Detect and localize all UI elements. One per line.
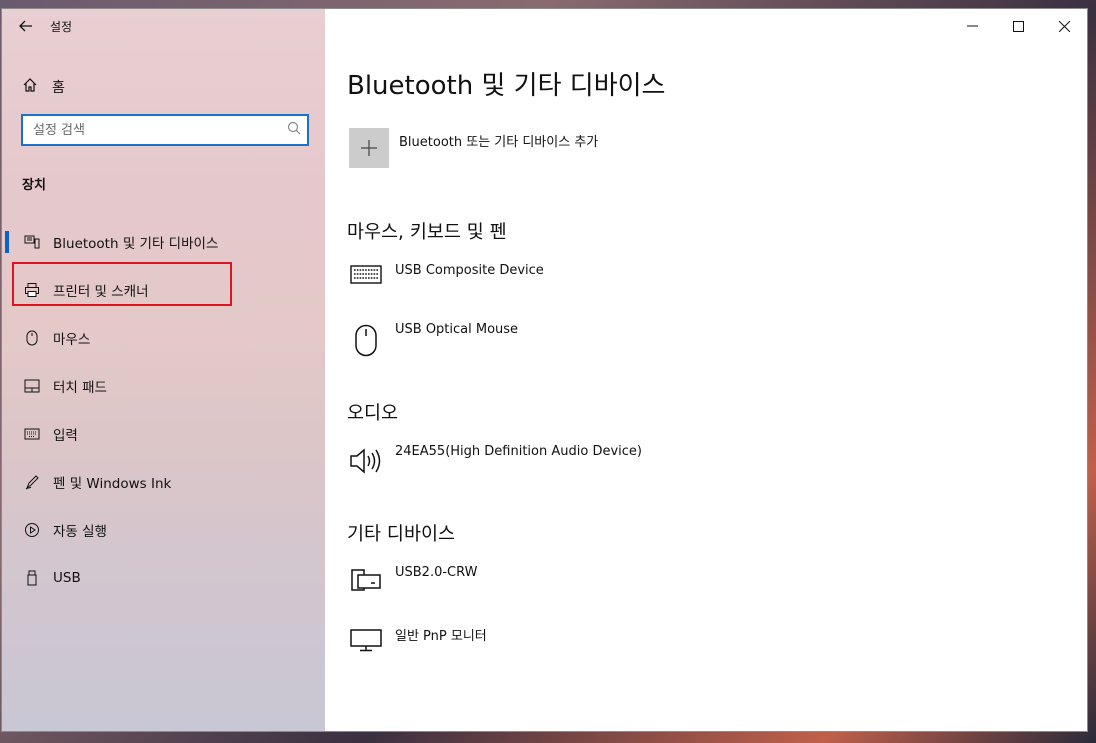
main-content: Bluetooth 및 기타 디바이스 Bluetooth 또는 기타 디바이스… (325, 9, 1087, 731)
sidebar-item-label: USB (53, 570, 81, 586)
device-usb-crw[interactable]: USB2.0-CRW (349, 565, 478, 603)
device-name: 24EA55(High Definition Audio Device) (395, 444, 642, 459)
sidebar-item-label: 입력 (53, 428, 78, 444)
nav-list: Bluetooth 및 기타 디바이스 프린터 및 스캐너 마우스 터치 패드 (2, 218, 325, 602)
sidebar-item-autoplay[interactable]: 자동 실행 (2, 506, 325, 554)
sidebar-item-label: 프린터 및 스캐너 (53, 284, 149, 300)
autoplay-icon (22, 522, 42, 538)
sidebar-item-usb[interactable]: USB (2, 554, 325, 602)
app-title: 설정 (50, 19, 73, 34)
mouse-icon (22, 330, 42, 346)
title-bar: 설정 (2, 9, 325, 43)
window-controls (949, 9, 1087, 43)
sidebar-item-pen[interactable]: 펜 및 Windows Ink (2, 458, 325, 506)
search-icon[interactable] (287, 121, 301, 139)
add-device-row[interactable]: Bluetooth 또는 기타 디바이스 추가 (349, 128, 598, 168)
close-button[interactable] (1041, 9, 1087, 43)
group-title-other-devices: 기타 디바이스 (347, 524, 456, 545)
sidebar-item-label: Bluetooth 및 기타 디바이스 (53, 236, 219, 252)
sidebar-item-label: 자동 실행 (53, 524, 107, 540)
maximize-button[interactable] (995, 9, 1041, 43)
pen-icon (22, 474, 42, 490)
touchpad-icon (22, 379, 42, 393)
monitor-icon (349, 627, 383, 663)
mouse-icon (349, 324, 383, 360)
printer-icon (22, 282, 42, 298)
keyboard-icon (349, 265, 383, 301)
speaker-icon (349, 446, 383, 482)
back-arrow-icon (19, 17, 33, 36)
usb-icon (22, 570, 42, 586)
sidebar-item-label: 펜 및 Windows Ink (53, 476, 172, 492)
device-audio[interactable]: 24EA55(High Definition Audio Device) (349, 444, 642, 482)
device-usb-composite[interactable]: USB Composite Device (349, 263, 544, 301)
home-label: 홈 (52, 80, 65, 96)
group-title-audio: 오디오 (347, 403, 399, 424)
bluetooth-devices-icon (22, 234, 42, 250)
sidebar-item-printers[interactable]: 프린터 및 스캐너 (2, 266, 325, 314)
sidebar-item-bluetooth[interactable]: Bluetooth 및 기타 디바이스 (2, 218, 325, 266)
sidebar-item-mouse[interactable]: 마우스 (2, 314, 325, 362)
sidebar-item-typing[interactable]: 입력 (2, 410, 325, 458)
home-icon (22, 77, 42, 97)
group-title-input-devices: 마우스, 키보드 및 펜 (347, 222, 507, 243)
sidebar-item-touchpad[interactable]: 터치 패드 (2, 362, 325, 410)
back-button[interactable] (2, 9, 50, 43)
sidebar-item-label: 터치 패드 (53, 380, 107, 396)
device-icon (349, 567, 383, 603)
plus-icon (361, 140, 377, 156)
keyboard-icon (22, 428, 42, 440)
device-name: USB Composite Device (395, 263, 544, 278)
device-pnp-monitor[interactable]: 일반 PnP 모니터 (349, 627, 487, 663)
device-usb-mouse[interactable]: USB Optical Mouse (349, 322, 519, 360)
search-box[interactable] (21, 114, 309, 146)
device-name: USB2.0-CRW (395, 565, 478, 580)
sidebar: 설정 홈 장치 Bluetooth 및 기타 디바이스 (2, 9, 325, 731)
nav-home[interactable]: 홈 (2, 69, 325, 105)
add-device-button[interactable] (349, 128, 389, 168)
device-name: USB Optical Mouse (395, 322, 519, 337)
section-label: 장치 (22, 178, 46, 193)
settings-window: 설정 홈 장치 Bluetooth 및 기타 디바이스 (1, 8, 1088, 732)
add-device-label[interactable]: Bluetooth 또는 기타 디바이스 추가 (399, 131, 598, 150)
minimize-button[interactable] (949, 9, 995, 43)
sidebar-item-label: 마우스 (53, 332, 91, 348)
device-name: 일반 PnP 모니터 (395, 629, 487, 644)
search-input[interactable] (33, 122, 287, 138)
page-title: Bluetooth 및 기타 디바이스 (347, 71, 666, 101)
